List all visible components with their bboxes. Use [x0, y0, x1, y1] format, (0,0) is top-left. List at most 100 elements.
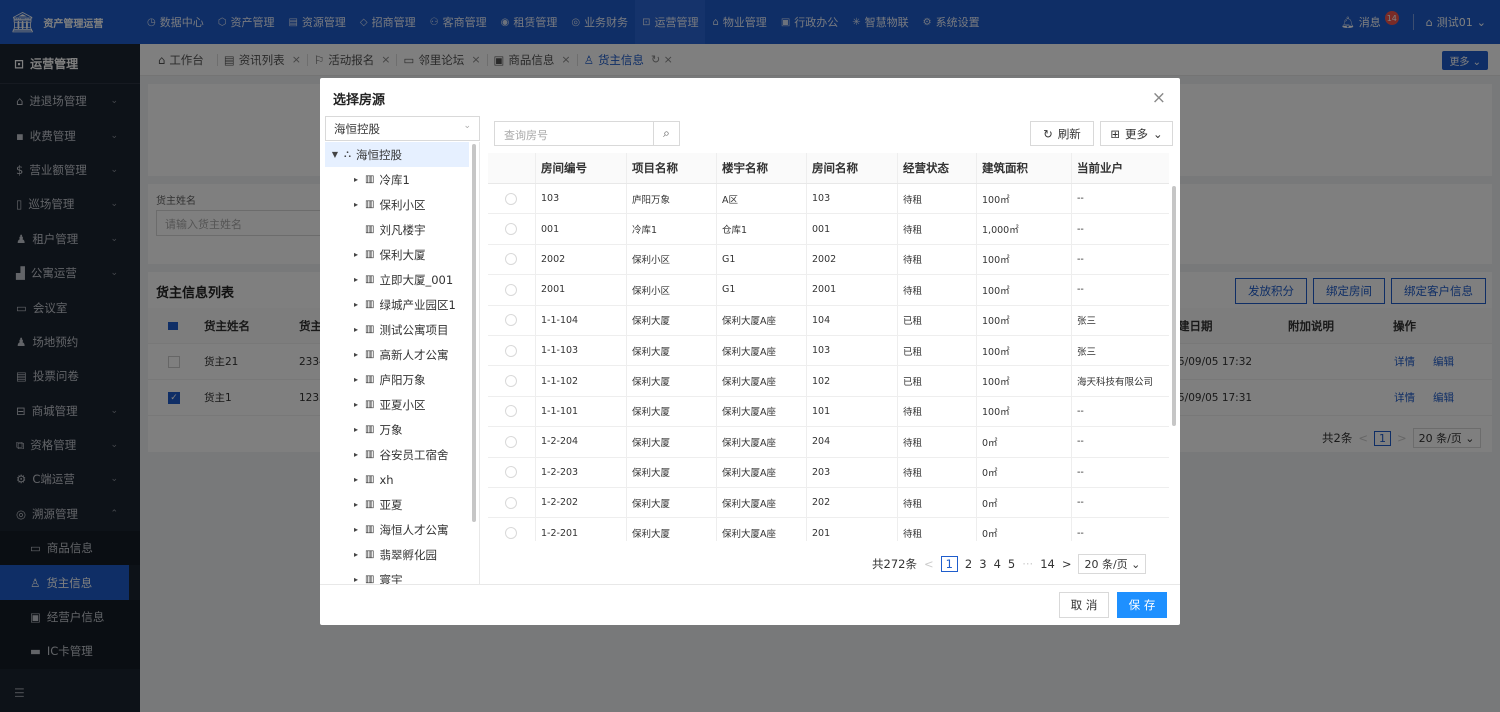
caret-right-icon[interactable]: ▸ [352, 275, 360, 284]
table-row[interactable]: 1-1-104 保利大厦 保利大厦A座 104 已租 100㎡ 张三 [488, 305, 1169, 336]
tree-node-5[interactable]: ▸ ▥ 绿城产业园区1 [325, 292, 479, 317]
table-row[interactable]: 1-1-103 保利大厦 保利大厦A座 103 已租 100㎡ 张三 [488, 336, 1169, 367]
caret-right-icon[interactable]: ▸ [352, 300, 360, 309]
row-radio[interactable] [505, 466, 517, 479]
table-cell: 0㎡ [982, 468, 998, 480]
tree-scrollbar[interactable] [472, 144, 476, 522]
caret-right-icon[interactable]: ▸ [352, 475, 360, 484]
radio-cell[interactable] [505, 518, 517, 541]
building-icon: ▥ [365, 474, 375, 485]
tree-node-2[interactable]: ▥ 刘凡楼宇 [325, 217, 479, 242]
table-cell: 100㎡ [982, 377, 1010, 389]
close-icon[interactable]: × [1152, 90, 1166, 107]
tree-node-9[interactable]: ▸ ▥ 亚夏小区 [325, 392, 479, 417]
caret-right-icon[interactable]: ▸ [352, 400, 360, 409]
caret-right-icon[interactable]: ▸ [352, 325, 360, 334]
save-button[interactable]: 保 存 [1117, 592, 1167, 618]
room-search-input[interactable]: 查询房号 [495, 122, 653, 145]
radio-cell[interactable] [505, 306, 517, 335]
radio-cell[interactable] [505, 397, 517, 426]
radio-cell[interactable] [505, 184, 517, 213]
caret-right-icon[interactable]: ▸ [352, 425, 360, 434]
row-radio[interactable] [505, 527, 517, 540]
tree-node-11[interactable]: ▸ ▥ 谷安员工宿舍 [325, 442, 479, 467]
table-cell: 保利大厦 [632, 498, 671, 510]
caret-right-icon[interactable]: ▸ [352, 175, 360, 184]
org-select[interactable]: 海恒控股 ⌄ [325, 116, 480, 141]
tree-node-13[interactable]: ▸ ▥ 亚夏 [325, 492, 479, 517]
tree-node-6[interactable]: ▸ ▥ 测试公寓项目 [325, 317, 479, 342]
building-icon: ▥ [365, 374, 375, 385]
page-2[interactable]: 2 [965, 557, 972, 571]
tree-node-12[interactable]: ▸ ▥ xh [325, 467, 479, 492]
caret-right-icon[interactable]: ▸ [352, 350, 360, 359]
row-radio[interactable] [505, 283, 517, 296]
radio-cell[interactable] [505, 366, 517, 395]
row-radio[interactable] [505, 253, 517, 266]
pager-ellipsis[interactable]: ··· [1022, 557, 1033, 571]
column-divider [897, 427, 898, 457]
table-row[interactable]: 1-1-102 保利大厦 保利大厦A座 102 已租 100㎡ 海天科技有限公司 [488, 366, 1169, 397]
caret-right-icon[interactable]: ▸ [352, 525, 360, 534]
caret-right-icon[interactable]: ▸ [352, 575, 360, 584]
table-row[interactable]: 1-2-201 保利大厦 保利大厦A座 201 待租 0㎡ -- [488, 518, 1169, 541]
tree-node-8[interactable]: ▸ ▥ 庐阳万象 [325, 367, 479, 392]
column-divider [976, 275, 977, 305]
table-scrollbar[interactable] [1172, 186, 1176, 426]
caret-right-icon[interactable]: ▸ [352, 375, 360, 384]
row-radio[interactable] [505, 375, 517, 388]
row-radio[interactable] [505, 223, 517, 236]
radio-cell[interactable] [505, 245, 517, 274]
table-row[interactable]: 1-1-101 保利大厦 保利大厦A座 101 待租 100㎡ -- [488, 396, 1169, 428]
table-row[interactable]: 1-2-202 保利大厦 保利大厦A座 202 待租 0㎡ -- [488, 488, 1169, 519]
row-radio[interactable] [505, 496, 517, 509]
page-5[interactable]: 5 [1008, 557, 1015, 571]
caret-right-icon[interactable]: ▸ [352, 550, 360, 559]
row-radio[interactable] [505, 405, 517, 418]
tree-node-15[interactable]: ▸ ▥ 翡翠孵化园 [325, 542, 479, 567]
page-4[interactable]: 4 [994, 557, 1001, 571]
radio-cell[interactable] [505, 214, 517, 243]
tree-node-16[interactable]: ▸ ▥ 寰宇 [325, 567, 479, 585]
search-icon[interactable]: ⌕ [653, 122, 679, 145]
caret-right-icon[interactable]: ▸ [352, 450, 360, 459]
table-cell: -- [1077, 527, 1084, 539]
table-row[interactable]: 2002 保利小区 G1 2002 待租 100㎡ -- [488, 244, 1169, 276]
tree-root-node[interactable]: ▼ ⛬ 海恒控股 [325, 142, 469, 167]
row-radio[interactable] [505, 192, 517, 205]
caret-right-icon[interactable]: ▸ [352, 200, 360, 209]
radio-cell[interactable] [505, 336, 517, 365]
tree-node-4[interactable]: ▸ ▥ 立即大厦_001 [325, 267, 479, 292]
page-size-select[interactable]: 20 条/页 ⌄ [1078, 554, 1147, 574]
table-row[interactable]: 1-2-203 保利大厦 保利大厦A座 203 待租 0㎡ -- [488, 457, 1169, 488]
tree-node-10[interactable]: ▸ ▥ 万象 [325, 417, 479, 442]
more-button[interactable]: ⊞ 更多 ⌄ [1100, 121, 1173, 146]
radio-cell[interactable] [505, 427, 517, 456]
table-row[interactable]: 103 庐阳万象 A区 103 待租 100㎡ -- [488, 184, 1169, 215]
table-row[interactable]: 2001 保利小区 G1 2001 待租 100㎡ -- [488, 275, 1169, 306]
table-cell: 0㎡ [982, 498, 998, 510]
radio-cell[interactable] [505, 275, 517, 304]
row-radio[interactable] [505, 344, 517, 357]
tree-node-1[interactable]: ▸ ▥ 保利小区 [325, 192, 479, 217]
next-page-icon[interactable]: > [1062, 557, 1072, 571]
tree-node-7[interactable]: ▸ ▥ 高新人才公寓 [325, 342, 479, 367]
tree-node-14[interactable]: ▸ ▥ 海恒人才公寓 [325, 517, 479, 542]
tree-node-0[interactable]: ▸ ▥ 冷库1 [325, 167, 479, 192]
caret-right-icon[interactable]: ▸ [352, 250, 360, 259]
radio-cell[interactable] [505, 488, 517, 517]
column-divider [976, 457, 977, 487]
page-3[interactable]: 3 [979, 557, 986, 571]
table-row[interactable]: 1-2-204 保利大厦 保利大厦A座 204 待租 0㎡ -- [488, 427, 1169, 458]
row-radio[interactable] [505, 435, 517, 448]
page-14[interactable]: 14 [1040, 557, 1055, 571]
cancel-button[interactable]: 取 消 [1059, 592, 1109, 618]
refresh-button[interactable]: ↻ 刷新 [1030, 121, 1094, 146]
caret-right-icon[interactable]: ▸ [352, 500, 360, 509]
tree-node-3[interactable]: ▸ ▥ 保利大厦 [325, 242, 479, 267]
radio-cell[interactable] [505, 458, 517, 487]
row-radio[interactable] [505, 314, 517, 327]
prev-page-icon[interactable]: < [924, 557, 934, 571]
page-1[interactable]: 1 [940, 556, 958, 572]
table-row[interactable]: 001 冷库1 仓库1 001 待租 1,000㎡ -- [488, 214, 1169, 245]
